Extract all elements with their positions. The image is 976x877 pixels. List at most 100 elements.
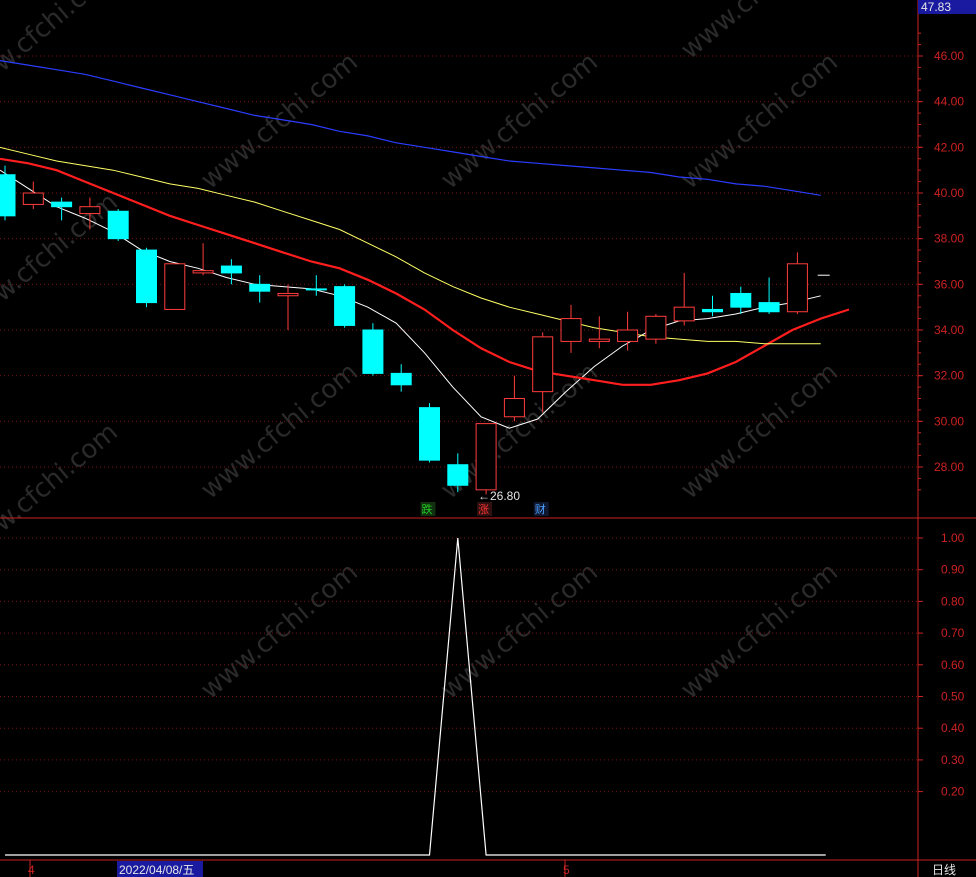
price-tick-label: 40.00: [934, 186, 964, 200]
candle-body-up: [277, 292, 299, 297]
price-tick-label: 30.00: [934, 414, 964, 428]
candle: [107, 208, 129, 241]
top-price-label: 47.83: [921, 0, 951, 14]
candle-body-up: [22, 192, 44, 205]
signal-badge: 财: [533, 502, 549, 516]
candle-body-up: [532, 336, 554, 393]
candle: [136, 247, 157, 308]
candle-body-down: [136, 249, 157, 304]
candle-body-up: [617, 329, 639, 342]
signal-badge-text: 涨: [478, 503, 489, 516]
candle-body-down: [730, 292, 752, 308]
watermark-text: www.cfchi.com: [0, 0, 124, 105]
indicator-tick-label: 0.40: [941, 721, 965, 735]
indicator-tick-label: 0.60: [941, 658, 965, 672]
candle-body-up: [673, 306, 695, 322]
candle-body-up: [79, 206, 101, 215]
indicator-tick-label: 0.50: [941, 690, 965, 704]
price-axis: 28.00 30.00 32.00 34.00 36.00 38.00 40.00 42.00…: [918, 32, 965, 799]
candle-body-up: [645, 315, 667, 340]
low-price-annotation: ←26.80: [478, 489, 520, 503]
candle-body-down: [447, 464, 469, 486]
candle: [192, 243, 214, 276]
candle-body-down: [702, 308, 723, 313]
candle-body-down: [249, 283, 271, 292]
month-label-right: 5: [563, 863, 570, 877]
candle-body-down: [220, 265, 242, 274]
price-tick-label: 46.00: [934, 49, 964, 63]
watermark-text: www.cfchi.com: [0, 417, 124, 565]
candle-body-up: [560, 318, 582, 342]
indicator-tick-label: 0.80: [941, 594, 965, 608]
candle: [730, 286, 752, 315]
candle-body-down: [419, 407, 440, 461]
candle: [786, 252, 808, 315]
candle: [702, 295, 723, 317]
moving-average-lines: [0, 60, 850, 429]
price-tick-label: 38.00: [934, 232, 964, 246]
indicator-tick-label: 0.90: [941, 563, 965, 577]
indicator-tick-label: 0.20: [941, 785, 965, 799]
indicator-tick-label: 0.70: [941, 626, 965, 640]
candle: [0, 165, 16, 221]
period-label[interactable]: 日线: [932, 863, 956, 877]
candle: [503, 375, 525, 422]
candle: [419, 403, 440, 463]
watermark-layer: www.cfchi.com www.cfchi.com www.cfchi.com w…: [0, 0, 844, 705]
watermark-text: www.cfchi.com: [675, 557, 844, 705]
watermark-text: www.cfchi.com: [195, 357, 364, 505]
candle: [645, 314, 667, 344]
candle-body-up: [786, 263, 808, 313]
candle-body-up: [192, 270, 214, 274]
candle: [249, 275, 271, 303]
candle: [673, 272, 695, 326]
watermark-text: www.cfchi.com: [195, 47, 364, 195]
candle: [758, 277, 780, 315]
price-tick-label: 34.00: [934, 323, 964, 337]
stock-chart: www.cfchi.com www.cfchi.com www.cfchi.com w…: [0, 0, 976, 877]
signal-badge-text: 财: [535, 502, 546, 516]
candle-body-down: [305, 288, 327, 291]
price-tick-label: 36.00: [934, 277, 964, 291]
signal-badge-text: 跌: [422, 502, 433, 516]
date-label[interactable]: 2022/04/08/五: [119, 863, 194, 877]
watermark-text: www.cfchi.com: [195, 557, 364, 705]
signal-badge: 涨: [477, 502, 493, 516]
candle-body-down: [0, 174, 16, 217]
candle: [277, 284, 299, 330]
price-tick-label: 44.00: [934, 95, 964, 109]
candle: [475, 423, 497, 495]
signal-badge: 跌: [420, 502, 436, 516]
month-label-left: 4: [28, 863, 35, 877]
candle-body-down: [758, 302, 780, 313]
candle: [588, 316, 610, 349]
candle-body-up: [164, 263, 186, 310]
candle-body-down: [390, 372, 412, 386]
candle-body-up: [588, 338, 610, 342]
price-tick-label: 28.00: [934, 460, 964, 474]
candle-body-up: [475, 423, 497, 491]
price-tick-label: 42.00: [934, 140, 964, 154]
candle: [617, 311, 639, 351]
candle: [390, 364, 412, 392]
watermark-text: www.cfchi.com: [435, 557, 604, 705]
watermark-text: www.cfchi.com: [435, 47, 604, 195]
candle: [305, 275, 327, 296]
candle: [362, 323, 384, 376]
candle: [334, 284, 356, 328]
candle: [22, 181, 44, 209]
ma5-line: [0, 169, 821, 429]
candle: [560, 304, 582, 353]
candle-body-down: [107, 210, 129, 240]
candle-body-down: [334, 286, 356, 326]
watermark-text: www.cfchi.com: [675, 357, 844, 505]
candle-body-up: [503, 398, 525, 418]
price-tick-label: 32.00: [934, 369, 964, 383]
indicator-tick-label: 1.00: [941, 531, 965, 545]
candle: [164, 263, 186, 310]
candle-body-down: [51, 201, 73, 208]
watermark-text: www.cfchi.com: [675, 47, 844, 195]
signal-badges: 跌涨财: [420, 502, 549, 516]
candle-body-down: [362, 329, 384, 374]
indicator-tick-label: 0.30: [941, 753, 965, 767]
